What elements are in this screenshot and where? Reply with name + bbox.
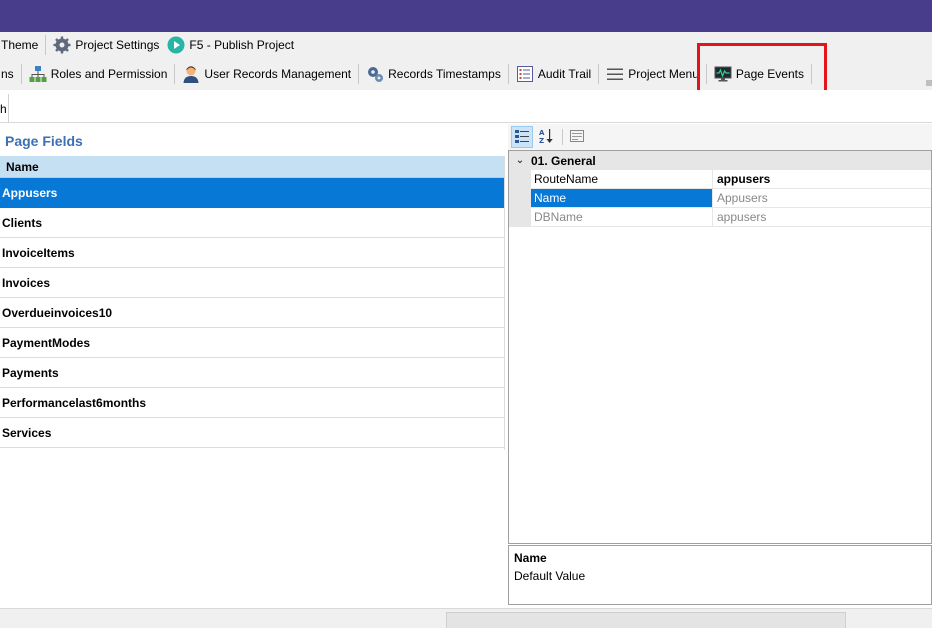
roles-permission-button[interactable]: Roles and Permission xyxy=(25,62,172,86)
row-label: Appusers xyxy=(2,185,58,200)
status-field xyxy=(446,612,846,628)
table-row[interactable]: InvoiceItems xyxy=(0,238,504,268)
toolbar-separator xyxy=(562,129,563,145)
records-timestamps-label: Records Timestamps xyxy=(388,66,501,81)
description-text: Default Value xyxy=(514,569,586,583)
property-pages-icon xyxy=(569,128,585,147)
toolbar-separator xyxy=(45,35,47,55)
svg-text:A: A xyxy=(539,129,545,137)
toolbar-separator xyxy=(507,63,509,84)
window-titlebar xyxy=(0,0,932,32)
row-label: Payments xyxy=(2,365,59,380)
alphabetical-button[interactable]: A Z xyxy=(535,126,557,148)
property-description: Name Default Value xyxy=(508,545,932,605)
audit-trail-label: Audit Trail xyxy=(537,66,592,81)
theme-button[interactable]: Theme xyxy=(0,33,42,57)
description-title: Name xyxy=(514,551,547,565)
user-records-label: User Records Management xyxy=(204,66,352,81)
roles-permission-label: Roles and Permission xyxy=(50,66,168,81)
page-fields-title: Page Fields xyxy=(5,133,83,149)
row-label: InvoiceItems xyxy=(2,245,75,260)
table-row[interactable]: Payments xyxy=(0,358,504,388)
audit-trail-button[interactable]: Audit Trail xyxy=(512,62,595,86)
chevron-down-icon[interactable]: ⌄ xyxy=(509,155,531,166)
table-row[interactable]: Clients xyxy=(0,208,504,238)
property-grid: ⌄ 01. General RouteName appusers Name Ap… xyxy=(508,150,932,544)
project-settings-button[interactable]: Project Settings xyxy=(49,33,163,57)
row-gutter xyxy=(509,170,531,188)
project-menu-label: Project Menu xyxy=(628,66,699,81)
row-label: Invoices xyxy=(2,275,51,290)
tab-truncated[interactable]: h xyxy=(0,94,9,123)
truncated-label: ns xyxy=(1,66,14,81)
project-settings-label: Project Settings xyxy=(75,38,160,52)
records-timestamps-button[interactable]: Records Timestamps xyxy=(362,62,505,86)
page-fields-list: Appusers Clients InvoiceItems Invoices O… xyxy=(0,178,504,448)
toolbar-separator xyxy=(20,63,22,84)
page-fields-pane: Page Fields Name Appusers Clients Invoic… xyxy=(0,124,505,608)
category-general[interactable]: ⌄ 01. General xyxy=(509,151,931,170)
property-value[interactable]: appusers xyxy=(713,208,931,226)
toolbar-separator xyxy=(358,63,360,84)
menu-icon xyxy=(606,65,624,83)
property-name: DBName xyxy=(531,208,713,226)
row-label: Overdueinvoices10 xyxy=(2,305,113,320)
property-row-name[interactable]: Name Appusers xyxy=(509,189,931,208)
document-tabstrip: h xyxy=(0,90,932,123)
user-icon xyxy=(182,65,200,83)
row-label: Clients xyxy=(2,215,43,230)
toolbar-separator xyxy=(598,63,600,84)
category-label: 01. General xyxy=(531,153,596,168)
grid-right-border xyxy=(504,156,505,450)
row-gutter xyxy=(509,208,531,226)
tab-label: h xyxy=(0,102,7,116)
publish-project-label: F5 - Publish Project xyxy=(189,38,295,52)
properties-pane: A Z ⌄ 01. General RouteName appusers Nam… xyxy=(508,124,932,608)
truncated-toolbar-button[interactable]: ns xyxy=(0,62,18,86)
row-label: Services xyxy=(2,425,52,440)
property-value[interactable]: appusers xyxy=(713,170,931,188)
property-name: RouteName xyxy=(531,170,713,188)
table-row[interactable]: Invoices xyxy=(0,268,504,298)
property-value[interactable]: Appusers xyxy=(713,189,931,207)
toolbar-overflow-grip[interactable] xyxy=(926,80,932,86)
property-pages-button[interactable] xyxy=(566,126,588,148)
project-menu-button[interactable]: Project Menu xyxy=(602,62,703,86)
property-row-dbname[interactable]: DBName appusers xyxy=(509,208,931,227)
name-column-header[interactable]: Name xyxy=(0,156,504,178)
table-row[interactable]: Overdueinvoices10 xyxy=(0,298,504,328)
table-row[interactable]: Services xyxy=(0,418,504,448)
property-row-routename[interactable]: RouteName appusers xyxy=(509,170,931,189)
status-bar xyxy=(0,608,932,628)
sort-az-icon: A Z xyxy=(538,128,554,147)
publish-project-button[interactable]: F5 - Publish Project xyxy=(163,33,298,57)
row-label: PaymentModes xyxy=(2,335,91,350)
gears-icon xyxy=(366,65,384,83)
property-name: Name xyxy=(531,189,713,207)
table-row[interactable]: PaymentModes xyxy=(0,328,504,358)
play-icon xyxy=(167,36,185,54)
categorized-icon xyxy=(514,128,530,147)
property-grid-toolbar: A Z xyxy=(508,124,932,150)
checklist-icon xyxy=(516,65,534,83)
theme-label: Theme xyxy=(1,38,39,52)
svg-text:Z: Z xyxy=(539,137,544,144)
table-row[interactable]: Performancelast6months xyxy=(0,388,504,418)
gear-icon xyxy=(53,36,71,54)
toolbar-separator xyxy=(174,63,176,84)
hierarchy-icon xyxy=(29,65,47,83)
categorized-button[interactable] xyxy=(511,126,533,148)
row-gutter xyxy=(509,189,531,207)
user-records-button[interactable]: User Records Management xyxy=(178,62,355,86)
table-row[interactable]: Appusers xyxy=(0,178,504,208)
row-label: Performancelast6months xyxy=(2,395,147,410)
